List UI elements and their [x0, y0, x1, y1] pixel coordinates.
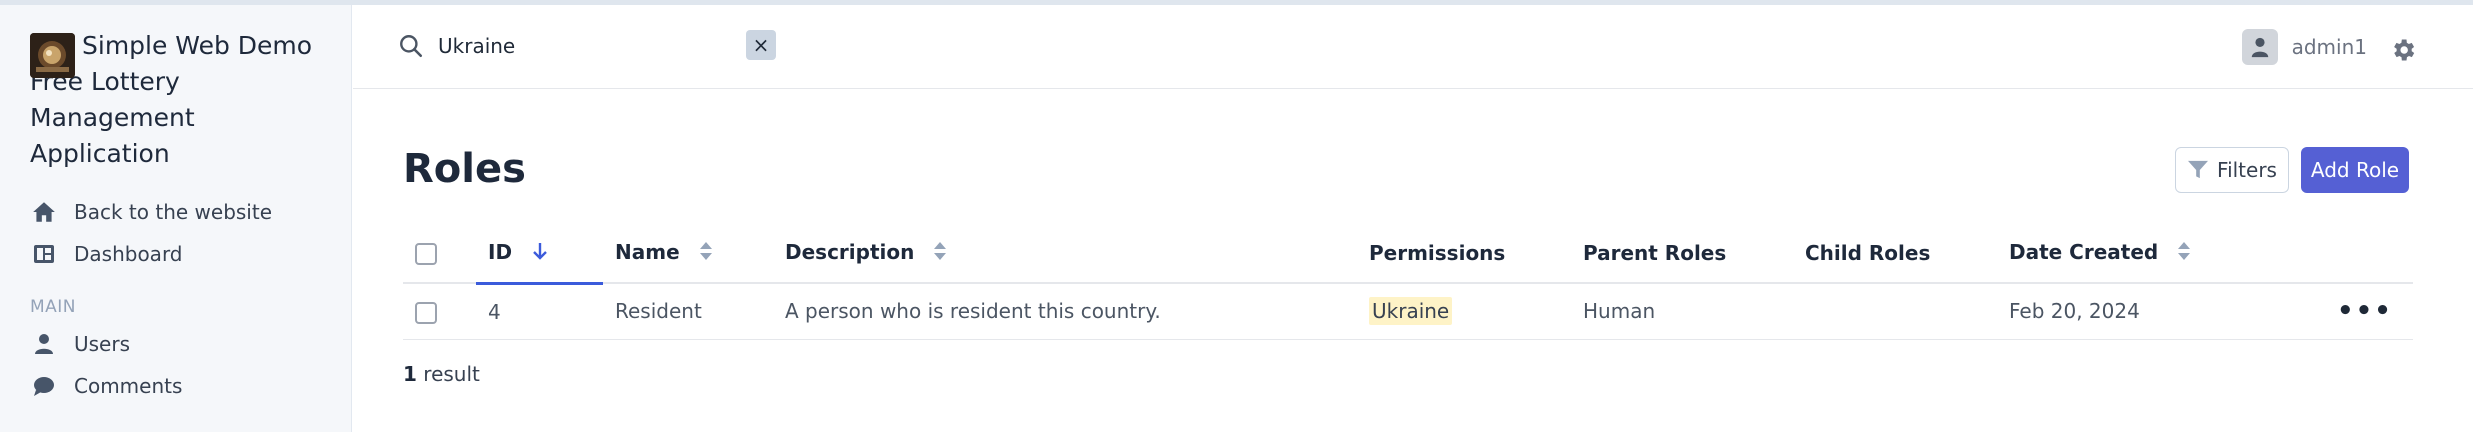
search-bar: × [398, 27, 776, 65]
brand-title-line2: Free Lottery Management [30, 67, 195, 132]
column-header-name-label: Name [615, 239, 680, 264]
column-header-child-roles-label: Child Roles [1805, 241, 1931, 265]
result-count: 1 result [403, 362, 480, 386]
user-menu[interactable]: admin1 [2241, 27, 2367, 67]
brand-logo [30, 33, 75, 78]
sidebar-item-comments[interactable]: Comments [30, 365, 330, 407]
user-icon [30, 330, 58, 358]
sidebar-item-label: Comments [74, 374, 183, 398]
sidebar-item-back-to-website[interactable]: Back to the website [30, 191, 330, 233]
brand-title-line1: Simple Web Demo [82, 31, 313, 60]
more-actions-icon[interactable]: ••• [2337, 296, 2393, 326]
select-all-checkbox[interactable] [415, 243, 437, 266]
table-header-row: ID Name Description Permissions Parent R… [403, 224, 2413, 285]
cell-actions: ••• [2337, 283, 2413, 340]
roles-table: ID Name Description Permissions Parent R… [403, 224, 2413, 340]
permission-tag: Ukraine [1369, 297, 1453, 326]
column-header-parent-roles-label: Parent Roles [1583, 241, 1727, 265]
page-title: Roles [403, 146, 526, 192]
sidebar: Simple Web Demo Free Lottery Management … [0, 5, 352, 432]
select-all-header [403, 224, 476, 284]
brand[interactable]: Simple Web Demo Free Lottery Management … [30, 28, 330, 172]
cell-id: 4 [476, 283, 603, 340]
column-header-name[interactable]: Name [603, 224, 785, 284]
cell-name: Resident [603, 283, 785, 340]
table-row[interactable]: 4 Resident A person who is resident this… [403, 283, 2413, 340]
column-header-date-created[interactable]: Date Created [2009, 224, 2337, 284]
column-header-id[interactable]: ID [476, 224, 603, 285]
column-header-parent-roles: Parent Roles [1583, 224, 1805, 284]
filters-button[interactable]: Filters [2175, 147, 2289, 193]
username: admin1 [2291, 35, 2367, 59]
brand-title: Simple Web Demo Free Lottery Management … [30, 28, 330, 172]
column-header-permissions: Permissions [1369, 224, 1583, 284]
column-header-description-label: Description [785, 239, 915, 264]
result-count-label: result [416, 362, 480, 386]
sidebar-item-users[interactable]: Users [30, 323, 330, 365]
sidebar-section-main: MAIN [30, 297, 77, 317]
sort-icon [699, 240, 713, 267]
cell-parent-roles: Human [1583, 283, 1805, 340]
brand-title-line3: Application [30, 139, 170, 168]
result-count-number: 1 [403, 362, 417, 386]
close-icon: × [752, 33, 770, 57]
sort-desc-icon [531, 241, 549, 266]
column-header-permissions-label: Permissions [1369, 241, 1506, 265]
sidebar-item-dashboard[interactable]: Dashboard [30, 233, 330, 275]
cell-description: A person who is resident this country. [785, 283, 1369, 340]
column-header-child-roles: Child Roles [1805, 224, 2009, 284]
avatar [2241, 29, 2278, 65]
comment-icon [30, 372, 58, 400]
column-header-description[interactable]: Description [785, 224, 1369, 284]
cell-permissions: Ukraine [1369, 283, 1583, 340]
cell-date-created: Feb 20, 2024 [2009, 283, 2337, 340]
main-content: Roles Filters Add Role ID Name Descripti… [353, 90, 2473, 432]
cell-child-roles [1805, 283, 2009, 340]
sort-icon [2177, 240, 2191, 267]
column-header-actions [2337, 224, 2413, 284]
column-header-date-created-label: Date Created [2009, 239, 2159, 264]
clear-search-button[interactable]: × [746, 30, 776, 60]
filter-icon [2188, 160, 2209, 179]
sort-icon [933, 240, 947, 267]
topbar: × admin1 [353, 5, 2473, 89]
gear-icon[interactable] [2389, 36, 2417, 64]
filters-button-label: Filters [2217, 158, 2277, 182]
sidebar-item-label: Back to the website [74, 200, 273, 224]
add-role-button[interactable]: Add Role [2301, 147, 2409, 193]
home-icon [30, 198, 58, 226]
dashboard-icon [30, 240, 58, 268]
search-icon [398, 33, 424, 59]
sidebar-item-label: Dashboard [74, 242, 183, 266]
sidebar-nav: Back to the website Dashboard MAIN Users… [30, 191, 330, 407]
column-header-id-label: ID [488, 239, 513, 264]
row-checkbox[interactable] [415, 301, 437, 324]
add-role-button-label: Add Role [2310, 158, 2400, 182]
sidebar-item-label: Users [74, 332, 131, 356]
row-select-cell [403, 283, 476, 340]
search-input[interactable] [438, 34, 678, 58]
